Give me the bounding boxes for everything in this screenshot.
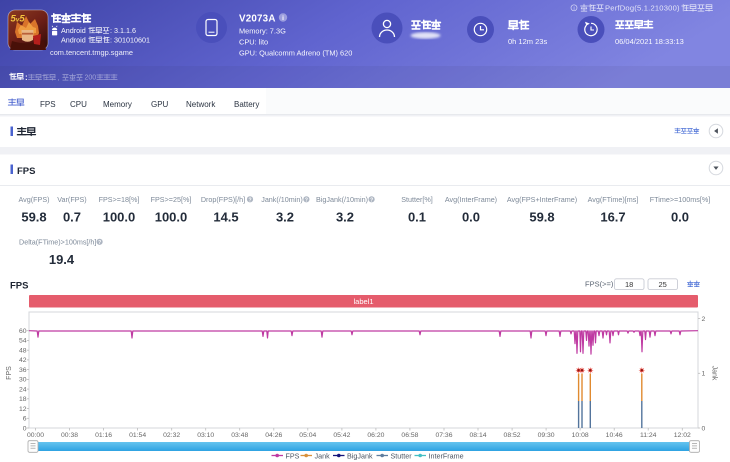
- svg-text:?: ?: [98, 240, 101, 246]
- svg-text:10:08: 10:08: [572, 432, 589, 439]
- svg-text:3.2: 3.2: [336, 210, 354, 225]
- svg-text:Jank(/10min): Jank(/10min): [261, 195, 303, 204]
- svg-text:54: 54: [19, 338, 27, 345]
- svg-text:59.8: 59.8: [529, 210, 554, 225]
- svg-text:01:16: 01:16: [95, 432, 112, 439]
- svg-text:02:32: 02:32: [163, 432, 180, 439]
- svg-text:Android: Android: [61, 26, 86, 35]
- svg-text:03:10: 03:10: [197, 432, 214, 439]
- svg-text:100.0: 100.0: [155, 210, 188, 225]
- svg-text:12: 12: [19, 406, 27, 413]
- svg-text:11:24: 11:24: [640, 432, 657, 439]
- svg-text:Var(FPS): Var(FPS): [57, 195, 86, 204]
- svg-text:FPS: FPS: [40, 100, 56, 109]
- svg-text:0.0: 0.0: [462, 210, 480, 225]
- svg-text:FPS: FPS: [17, 166, 35, 177]
- svg-text:Android: Android: [61, 36, 86, 45]
- svg-text:FPS: FPS: [286, 451, 300, 460]
- svg-text:PerfDog(5.1.210300): PerfDog(5.1.210300): [605, 4, 680, 13]
- svg-text:i: i: [282, 15, 284, 22]
- svg-text:Jank: Jank: [711, 366, 718, 381]
- svg-text:,: ,: [58, 75, 60, 82]
- svg-text:25: 25: [659, 280, 667, 289]
- svg-text:Avg(FTime)[ms]: Avg(FTime)[ms]: [588, 195, 639, 204]
- svg-text:Battery: Battery: [234, 100, 259, 109]
- svg-text:01:54: 01:54: [129, 432, 146, 439]
- svg-text:Memory: Memory: [103, 100, 132, 109]
- svg-text:0: 0: [702, 425, 706, 432]
- svg-text:Avg(FPS+InterFrame): Avg(FPS+InterFrame): [507, 195, 577, 204]
- svg-text:6: 6: [23, 416, 27, 423]
- svg-text:36: 36: [19, 367, 27, 374]
- svg-text:Network: Network: [186, 100, 216, 109]
- svg-text:GPU: Qualcomm Adreno (TM) 620: GPU: Qualcomm Adreno (TM) 620: [239, 49, 352, 58]
- svg-text:FPS>=25[%]: FPS>=25[%]: [151, 195, 192, 204]
- svg-text:19.4: 19.4: [49, 252, 75, 267]
- svg-text:FPS>=18[%]: FPS>=18[%]: [99, 195, 140, 204]
- svg-text:0.1: 0.1: [408, 210, 426, 225]
- svg-text:08:14: 08:14: [470, 432, 487, 439]
- svg-text:2: 2: [702, 316, 706, 323]
- svg-text:59.8: 59.8: [21, 210, 46, 225]
- svg-text:42: 42: [19, 357, 27, 364]
- svg-text:07:36: 07:36: [435, 432, 452, 439]
- svg-text:05:04: 05:04: [299, 432, 316, 439]
- svg-text:: 301010601: : 301010601: [110, 36, 150, 45]
- svg-text:30: 30: [19, 377, 27, 384]
- svg-text:06:20: 06:20: [367, 432, 384, 439]
- svg-text:03:48: 03:48: [231, 432, 248, 439]
- svg-text:0.0: 0.0: [671, 210, 689, 225]
- svg-text:24: 24: [19, 386, 27, 393]
- svg-text:: 3.1.1.6: : 3.1.1.6: [110, 26, 136, 35]
- svg-text:FTime>=100ms[%]: FTime>=100ms[%]: [650, 195, 710, 204]
- svg-text:Drop(FPS)[/h]: Drop(FPS)[/h]: [201, 195, 245, 204]
- svg-text:100.0: 100.0: [103, 210, 136, 225]
- svg-text:05:42: 05:42: [333, 432, 350, 439]
- svg-text:Jank: Jank: [315, 451, 331, 460]
- svg-text:FPS(>=): FPS(>=): [585, 280, 614, 289]
- svg-text:V2073A: V2073A: [239, 14, 276, 25]
- svg-text:18: 18: [19, 396, 27, 403]
- svg-text:com.tencent.tmgp.sgame: com.tencent.tmgp.sgame: [50, 48, 133, 57]
- svg-text:BigJank: BigJank: [347, 451, 373, 460]
- svg-text:12:02: 12:02: [674, 432, 691, 439]
- svg-text:FPS: FPS: [6, 366, 13, 380]
- svg-text:Avg(InterFrame): Avg(InterFrame): [445, 195, 497, 204]
- svg-text:InterFrame: InterFrame: [429, 451, 464, 460]
- svg-text:Delta(FTime)>100ms[/h]: Delta(FTime)>100ms[/h]: [19, 238, 96, 247]
- svg-text:16.7: 16.7: [600, 210, 625, 225]
- svg-text:18: 18: [625, 280, 633, 289]
- svg-text:06/04/2021 18:33:13: 06/04/2021 18:33:13: [615, 37, 684, 46]
- svg-text:0.7: 0.7: [63, 210, 81, 225]
- svg-text:1: 1: [702, 371, 706, 378]
- svg-text:CPU: lito: CPU: lito: [239, 38, 268, 47]
- svg-text:?: ?: [370, 198, 373, 204]
- svg-text::: :: [25, 73, 28, 82]
- svg-text:48: 48: [19, 347, 27, 354]
- svg-text:10:46: 10:46: [606, 432, 623, 439]
- svg-text:Stutter[%]: Stutter[%]: [401, 195, 433, 204]
- svg-text:09:30: 09:30: [538, 432, 555, 439]
- svg-text:FPS: FPS: [10, 281, 28, 292]
- svg-text:00:00: 00:00: [27, 432, 44, 439]
- svg-text:?: ?: [249, 198, 252, 204]
- svg-text:04:26: 04:26: [265, 432, 282, 439]
- svg-text:label1: label1: [353, 297, 373, 306]
- svg-text:06:58: 06:58: [401, 432, 418, 439]
- svg-text:14.5: 14.5: [213, 210, 238, 225]
- svg-text:Memory: 7.3G: Memory: 7.3G: [239, 27, 286, 36]
- svg-text:200: 200: [85, 75, 97, 82]
- svg-text:Avg(FPS): Avg(FPS): [18, 195, 49, 204]
- svg-text:0h 12m 23s: 0h 12m 23s: [508, 37, 547, 46]
- svg-text:3.2: 3.2: [276, 210, 294, 225]
- svg-text:CPU: CPU: [70, 100, 87, 109]
- svg-text:00:38: 00:38: [61, 432, 78, 439]
- svg-text:?: ?: [305, 198, 308, 204]
- svg-text:BigJank(/10min): BigJank(/10min): [316, 195, 368, 204]
- svg-text:08:52: 08:52: [504, 432, 521, 439]
- svg-text:i: i: [573, 6, 574, 12]
- svg-text:Stutter: Stutter: [391, 451, 413, 460]
- svg-text:GPU: GPU: [151, 100, 169, 109]
- svg-text:60: 60: [19, 328, 27, 335]
